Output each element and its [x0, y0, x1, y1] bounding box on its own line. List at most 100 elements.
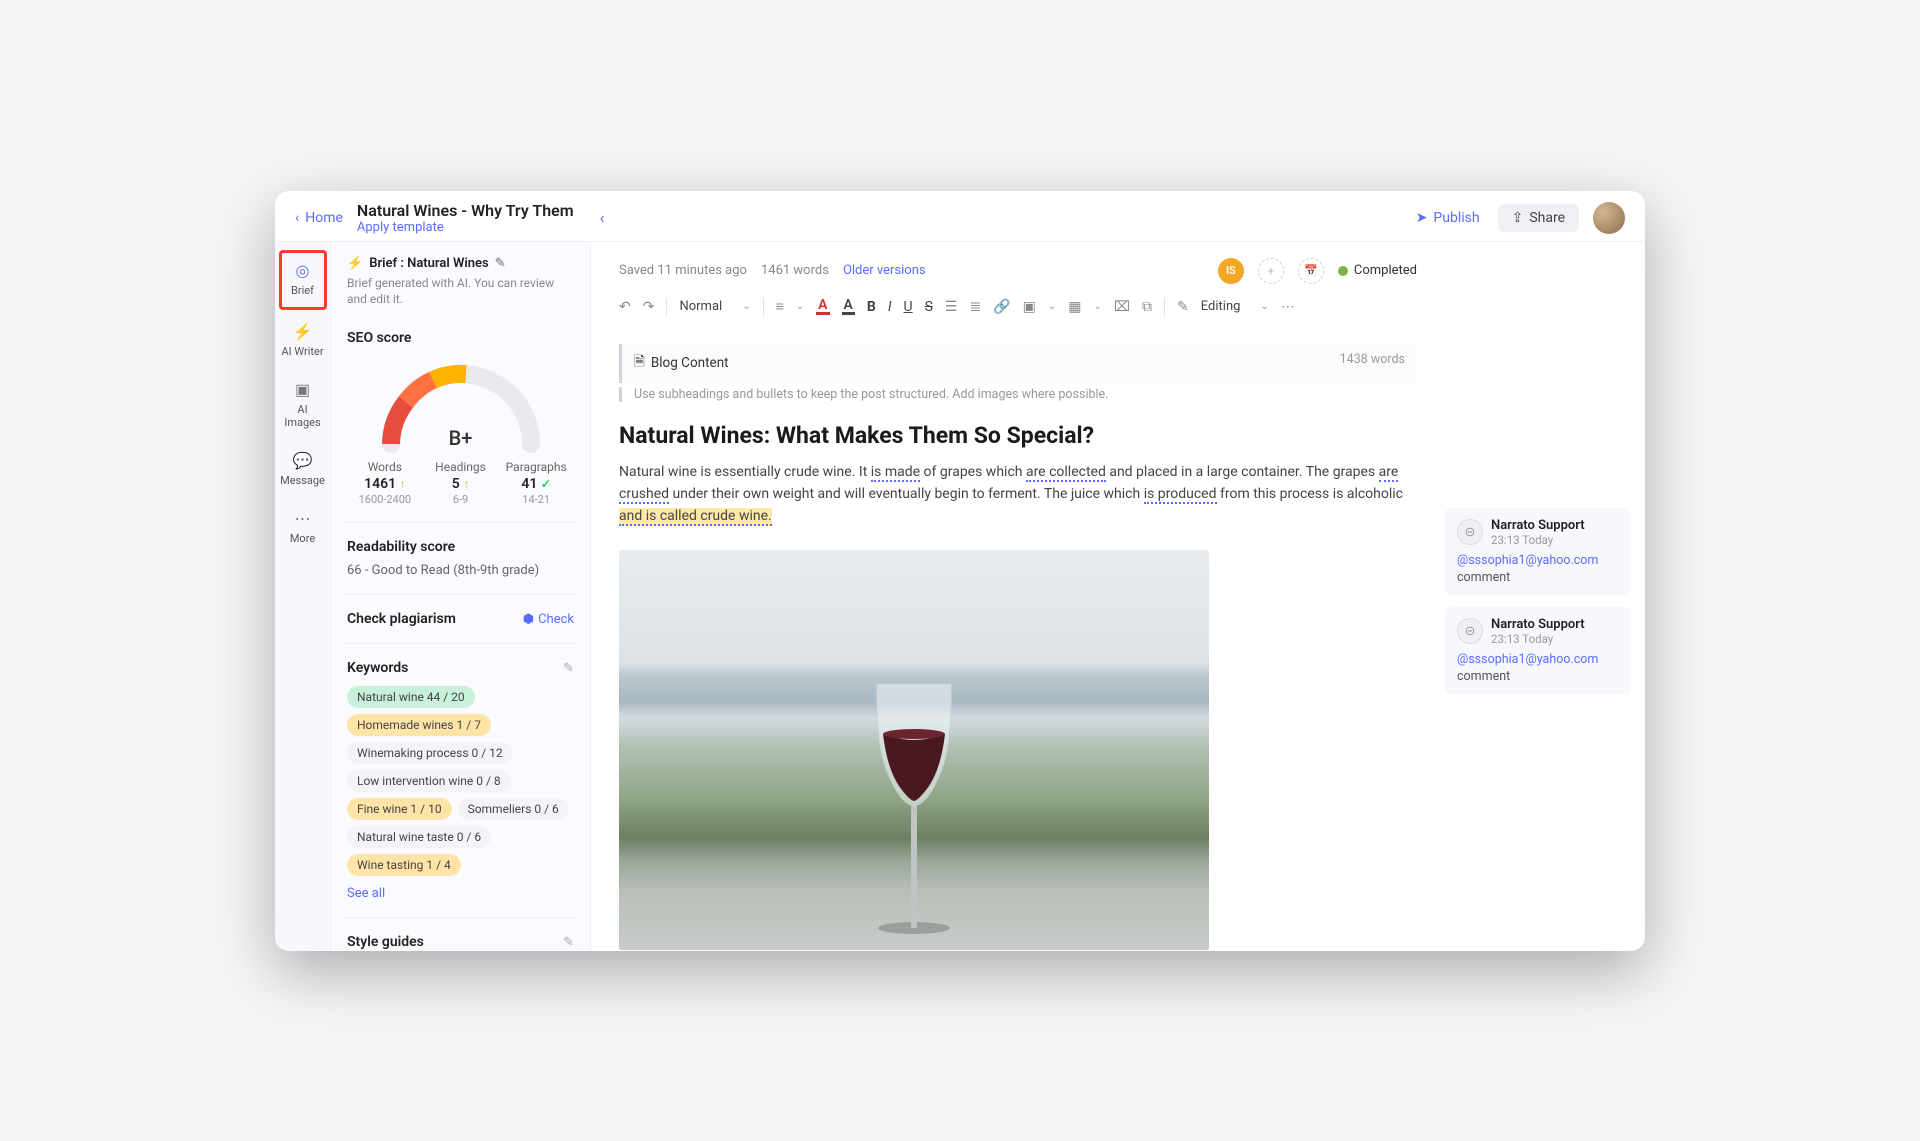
check-label: Check: [538, 612, 574, 627]
rail-ai-images[interactable]: ▣ AI Images: [279, 372, 327, 439]
status-pill[interactable]: Completed: [1338, 263, 1417, 278]
comment-time: 23:13 Today: [1491, 533, 1585, 547]
shield-icon: ⬢: [523, 612, 534, 627]
stat-paragraphs: Paragraphs 41 ✓ 14-21: [498, 460, 574, 506]
image-icon: ▣: [279, 380, 327, 399]
keyword-chip[interactable]: Sommeliers 0 / 6: [458, 798, 569, 820]
clear-format-button[interactable]: ⌧: [1114, 299, 1130, 315]
image-button[interactable]: ▣: [1023, 299, 1036, 315]
italic-button[interactable]: I: [888, 299, 892, 315]
user-avatar[interactable]: [1593, 202, 1625, 234]
plagiarism-title: Check plagiarism: [347, 611, 456, 627]
edit-keywords-icon[interactable]: ✎: [563, 661, 574, 676]
content-block-header: 🗎 Blog Content 1438 words: [619, 344, 1417, 383]
home-link[interactable]: ‹ Home: [295, 210, 343, 226]
rail-ai-writer[interactable]: ⚡ AI Writer: [279, 314, 327, 368]
arrow-up-icon: ↑: [463, 477, 469, 491]
rail-more[interactable]: ⋯ More: [279, 501, 327, 555]
comment-author: Narrato Support: [1491, 617, 1585, 632]
arrow-up-icon: ↑: [400, 477, 406, 491]
keyword-chip[interactable]: Natural wine taste 0 / 6: [347, 826, 491, 848]
undo-button[interactable]: ↶: [619, 299, 631, 315]
rail-brief[interactable]: ◎ Brief: [279, 250, 327, 310]
see-all-link[interactable]: See all: [347, 886, 385, 901]
rail-message[interactable]: 💬 Message: [279, 443, 327, 497]
keyword-chip[interactable]: Wine tasting 1 / 4: [347, 854, 461, 876]
content-block-subtitle: Use subheadings and bullets to keep the …: [619, 387, 1417, 402]
brief-sidebar: ⚡ Brief : Natural Wines ✎ Brief generate…: [331, 242, 591, 951]
doc-title: Natural Wines - Why Try Them: [357, 201, 574, 220]
comment-card[interactable]: ⊝Narrato Support23:13 Today@sssophia1@ya…: [1445, 508, 1631, 595]
table-button[interactable]: ▦: [1068, 299, 1081, 315]
article-paragraph[interactable]: Natural wine is essentially crude wine. …: [619, 461, 1417, 528]
pencil-icon: ✎: [1177, 299, 1189, 315]
keyword-chip[interactable]: Natural wine 44 / 20: [347, 686, 475, 708]
keyword-chip[interactable]: Homemade wines 1 / 7: [347, 714, 491, 736]
comment-mention: @sssophia1@yahoo.com: [1457, 553, 1619, 568]
content-block-title: Blog Content: [651, 355, 729, 371]
comment-mention: @sssophia1@yahoo.com: [1457, 652, 1619, 667]
bullet-list-button[interactable]: ☰: [945, 299, 958, 315]
rail-more-label: More: [290, 532, 315, 545]
check-plagiarism-button[interactable]: ⬢ Check: [523, 612, 574, 627]
edit-brief-icon[interactable]: ✎: [495, 256, 506, 271]
assignee-badge[interactable]: IS: [1218, 258, 1244, 284]
upload-icon: ⇪: [1512, 210, 1524, 226]
paragraph-style-select[interactable]: Normal⌄: [679, 299, 750, 314]
app-window: ‹ Home Natural Wines - Why Try Them Appl…: [275, 191, 1645, 951]
keyword-chip[interactable]: Low intervention wine 0 / 8: [347, 770, 511, 792]
share-button[interactable]: ⇪ Share: [1498, 204, 1579, 232]
comment-avatar: ⊝: [1457, 618, 1483, 644]
code-button[interactable]: ⧉: [1142, 299, 1152, 315]
chevron-down-icon: ⌄: [1260, 301, 1268, 312]
publish-label: Publish: [1433, 210, 1479, 226]
title-block: Natural Wines - Why Try Them Apply templ…: [357, 201, 574, 235]
link-button[interactable]: 🔗: [993, 299, 1010, 315]
comment-body: comment: [1457, 570, 1619, 585]
apply-template-link[interactable]: Apply template: [357, 220, 574, 235]
readability-title: Readability score: [347, 539, 574, 555]
editor-toolbar: ↶ ↷ Normal⌄ ≡ ⌄ A A B I U S ☰ ≣ 🔗 ▣: [619, 298, 1417, 326]
stat-words: Words 1461 ↑ 1600-2400: [347, 460, 423, 506]
comment-avatar: ⊝: [1457, 519, 1483, 545]
publish-button[interactable]: ➤ Publish: [1416, 210, 1480, 226]
rail-message-label: Message: [280, 474, 325, 487]
mode-select[interactable]: Editing⌄: [1201, 299, 1269, 314]
underline-button[interactable]: U: [904, 299, 913, 315]
comment-card[interactable]: ⊝ Narrato Support23:13 Today @sssophia1@ya…: [1445, 607, 1631, 694]
comments-column: ⊝Narrato Support23:13 Today@sssophia1@ya…: [1445, 242, 1645, 951]
content-area[interactable]: 🗎 Blog Content 1438 words Use subheading…: [619, 344, 1417, 950]
editor-column: Saved 11 minutes ago 1461 words Older ve…: [591, 242, 1445, 951]
bold-button[interactable]: B: [867, 299, 876, 315]
keyword-chip[interactable]: Fine wine 1 / 10: [347, 798, 452, 820]
strike-button[interactable]: S: [925, 299, 933, 315]
chevron-down-icon: ⌄: [742, 301, 750, 312]
left-rail: ◎ Brief ⚡ AI Writer ▣ AI Images 💬 Messag…: [275, 242, 331, 951]
article-title[interactable]: Natural Wines: What Makes Them So Specia…: [619, 422, 1417, 449]
target-icon: ◎: [282, 261, 324, 280]
keywords-list: Natural wine 44 / 20 Homemade wines 1 / 7…: [347, 686, 574, 876]
status-label: Completed: [1354, 263, 1417, 278]
rail-brief-label: Brief: [291, 284, 314, 297]
redo-button[interactable]: ↷: [643, 299, 655, 315]
due-date-button[interactable]: 📅: [1298, 258, 1324, 284]
keyword-chip[interactable]: Winemaking process 0 / 12: [347, 742, 513, 764]
seo-stats: Words 1461 ↑ 1600-2400 Headings 5 ↑ 6-9 …: [347, 460, 574, 506]
highlight-button[interactable]: A: [842, 298, 855, 315]
send-icon: ➤: [1416, 210, 1428, 226]
comment-time: 23:13 Today: [1491, 632, 1585, 646]
word-count: 1461 words: [761, 263, 829, 278]
more-toolbar-button[interactable]: ⋯: [1281, 299, 1297, 315]
number-list-button[interactable]: ≣: [969, 299, 981, 315]
readability-value: 66 - Good to Read (8th-9th grade): [347, 563, 574, 578]
chevron-left-icon: ‹: [295, 210, 299, 226]
edit-styleguides-icon[interactable]: ✎: [563, 935, 574, 950]
align-button[interactable]: ≡: [776, 298, 784, 315]
stat-headings: Headings 5 ↑ 6-9: [423, 460, 499, 506]
article-image[interactable]: [619, 550, 1209, 950]
block-word-count: 1438 words: [1340, 352, 1405, 367]
older-versions-link[interactable]: Older versions: [843, 263, 926, 278]
text-color-button[interactable]: A: [816, 298, 829, 315]
add-assignee-button[interactable]: +: [1258, 258, 1284, 284]
status-dot-icon: [1338, 266, 1348, 276]
